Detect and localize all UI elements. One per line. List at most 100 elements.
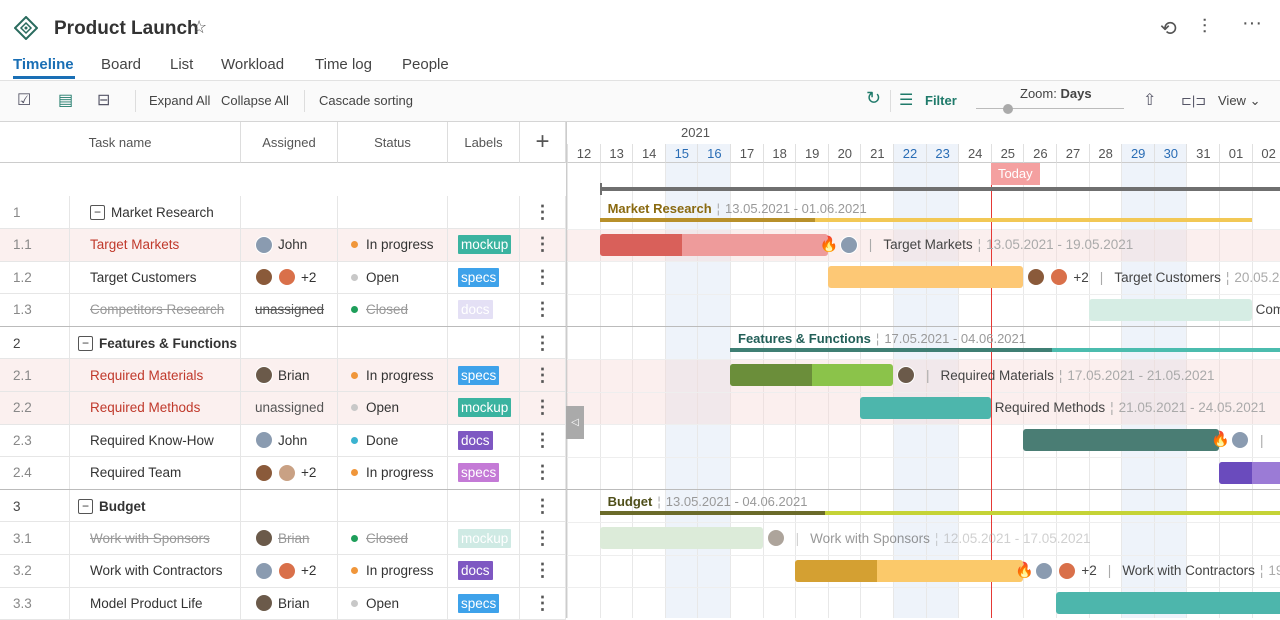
labels-cell[interactable]: specs [448,456,520,489]
row-menu-icon[interactable]: ⋮ [520,424,566,457]
task-name[interactable]: Model Product Life [70,587,241,620]
task-name[interactable]: Target Customers [70,261,241,294]
assignee-cell[interactable]: John [241,424,338,457]
status-cell[interactable]: Open [338,391,448,424]
status-cell[interactable] [338,327,448,360]
filter-icon[interactable]: ☰ [899,90,913,110]
status-cell[interactable]: In progress [338,554,448,587]
tab-time-log[interactable]: Time log [315,56,372,73]
row-menu-icon[interactable]: ⋮ [520,293,566,326]
task-bar[interactable] [860,396,991,419]
labels-cell[interactable]: mockup [448,228,520,261]
labels-cell[interactable]: docs [448,554,520,587]
task-name[interactable]: Work with Sponsors [70,522,241,554]
label-tag[interactable]: mockup [458,528,512,548]
row-menu-icon[interactable]: ⋮ [520,456,566,489]
table-row[interactable]: 1.2 Target Customers +2 Open specs ⋮ [0,261,566,295]
task-bar[interactable] [599,233,828,256]
expand-all-button[interactable]: Expand All [149,93,210,108]
collapse-toggle-icon[interactable]: − [78,335,93,351]
row-menu-icon[interactable]: ⋮ [520,196,566,228]
table-row[interactable]: 1.1 Target Markets John In progress mockup ⋮ [0,228,566,262]
calendar-alert-icon[interactable]: ▤ [58,90,73,110]
labels-cell[interactable]: specs [448,261,520,294]
view-dropdown[interactable]: View ⌄ [1218,93,1260,109]
task-name[interactable]: Required Materials [70,359,241,391]
table-row[interactable]: 2.3 Required Know-How John Done docs ⋮ [0,424,566,458]
filter-button[interactable]: Filter [925,93,957,108]
assignee-cell[interactable] [241,196,338,228]
assignee-cell[interactable] [241,327,338,360]
task-name[interactable]: Required Methods [70,391,241,424]
task-bar[interactable] [827,266,1024,289]
task-name[interactable]: − Budget [70,490,241,523]
column-header-status[interactable]: Status [338,122,448,163]
labels-cell[interactable]: specs [448,587,520,620]
checklist-icon[interactable]: ☑ [17,90,31,110]
table-row[interactable]: 2.4 Required Team +2 In progress specs ⋮ [0,456,566,490]
status-cell[interactable] [338,490,448,523]
group-row[interactable]: 2− Features & Functions ⋮ [0,326,566,360]
tab-timeline[interactable]: Timeline [13,56,74,73]
table-row[interactable]: 3.3 Model Product Life Brian Open specs ⋮ [0,587,566,620]
table-row[interactable]: 3.2 Work with Contractors +2 In progress doc… [0,554,566,588]
zoom-slider-handle[interactable] [1002,104,1013,114]
label-tag[interactable]: specs [458,593,500,613]
row-menu-icon[interactable]: ⋮ [520,261,566,294]
collapse-all-button[interactable]: Collapse All [221,93,289,108]
zoom-slider-track[interactable] [976,108,1124,109]
collapse-toggle-icon[interactable]: − [78,498,93,514]
hierarchy-icon[interactable]: ⊟ [97,90,110,110]
label-tag[interactable]: mockup [458,398,512,418]
tab-workload[interactable]: Workload [221,56,284,73]
assignee-cell[interactable]: Brian [241,587,338,620]
task-bar[interactable] [1219,461,1280,484]
label-tag[interactable]: specs [458,463,500,483]
task-bar[interactable] [730,364,893,386]
task-name[interactable]: Work with Contractors [70,554,241,587]
task-name[interactable]: − Market Research [70,196,241,228]
history-icon[interactable]: ⟲ [1160,16,1177,41]
assignee-cell[interactable]: +2 [241,456,338,489]
label-tag[interactable]: docs [458,561,493,581]
status-cell[interactable] [338,196,448,228]
tab-list[interactable]: List [170,56,193,73]
group-row[interactable]: 3− Budget ⋮ [0,489,566,523]
export-icon[interactable]: ⇧ [1143,90,1156,110]
task-name[interactable]: Required Team [70,456,241,489]
status-cell[interactable]: In progress [338,359,448,391]
status-cell[interactable]: Closed [338,522,448,554]
labels-cell[interactable]: mockup [448,391,520,424]
assignee-cell[interactable]: unassigned [241,293,338,326]
label-tag[interactable]: mockup [458,235,512,255]
row-menu-icon[interactable]: ⋮ [520,359,566,391]
status-cell[interactable]: Closed [338,293,448,326]
table-row[interactable]: 2.1 Required Materials Brian In progress spe… [0,359,566,392]
column-header-task-name[interactable]: Task name [0,122,241,163]
task-bar[interactable] [599,527,763,549]
assignee-cell[interactable]: +2 [241,261,338,294]
table-row[interactable]: 1.3 Competitors Research unassigned Closed d… [0,293,566,327]
row-menu-icon[interactable]: ⋮ [520,391,566,424]
assignee-cell[interactable]: unassigned [241,391,338,424]
status-cell[interactable]: Done [338,424,448,457]
assignee-cell[interactable]: +2 [241,554,338,587]
labels-cell[interactable] [448,196,520,228]
assignee-cell[interactable] [241,490,338,523]
status-cell[interactable]: Open [338,587,448,620]
row-menu-icon[interactable]: ⋮ [520,327,566,360]
row-menu-icon[interactable]: ⋮ [520,228,566,261]
star-icon[interactable]: ☆ [191,17,207,38]
label-tag[interactable]: docs [458,300,493,320]
task-bar[interactable] [795,559,1024,582]
row-menu-icon[interactable]: ⋮ [520,554,566,587]
tab-people[interactable]: People [402,56,449,73]
more-icon[interactable]: ··· [1242,12,1262,35]
group-row[interactable]: 1− Market Research ⋮ [0,196,566,229]
labels-cell[interactable]: docs [448,424,520,457]
assignee-cell[interactable]: Brian [241,359,338,391]
table-row[interactable]: 3.1 Work with Sponsors Brian Closed mockup ⋮ [0,522,566,555]
task-name[interactable]: Target Markets [70,228,241,261]
settings-sliders-icon[interactable]: ⫶ [1202,16,1207,39]
row-menu-icon[interactable]: ⋮ [520,587,566,620]
